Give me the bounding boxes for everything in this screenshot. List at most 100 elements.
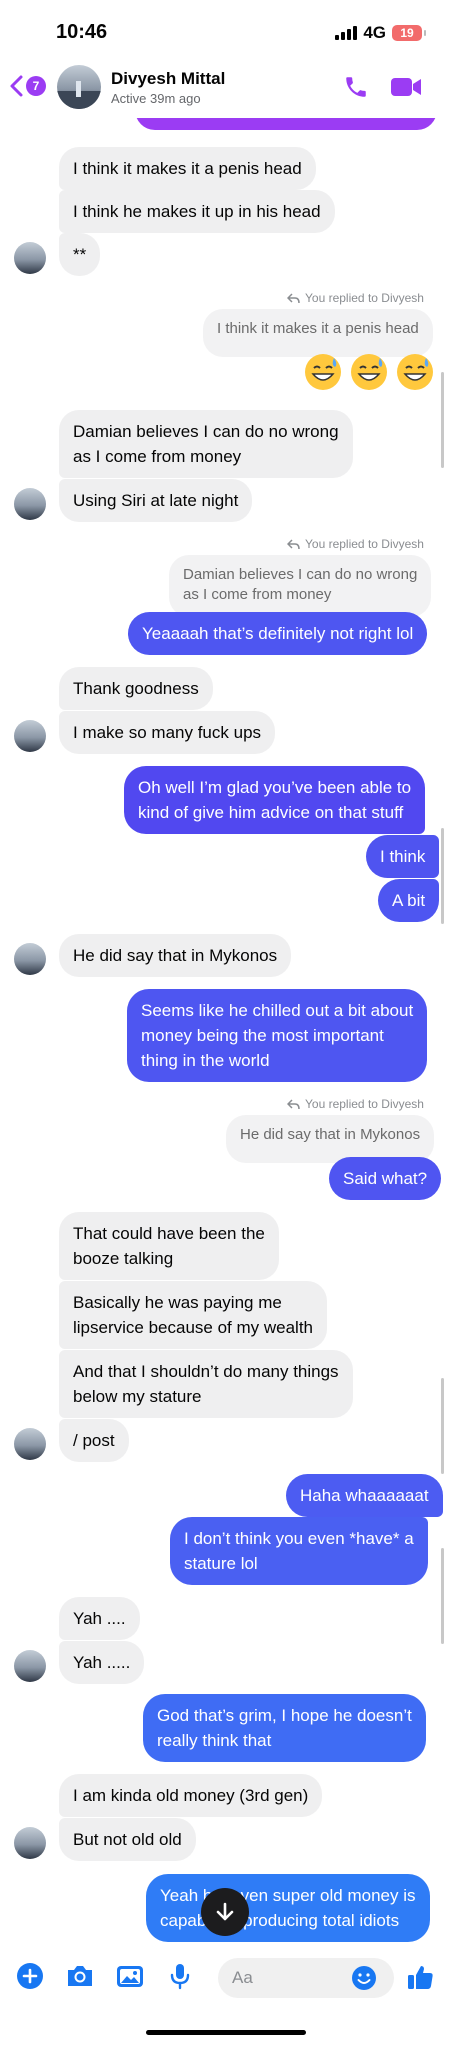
message-text-line: thing in the world bbox=[141, 1051, 270, 1070]
message-text-line: below my stature bbox=[73, 1387, 202, 1406]
message-incoming[interactable]: I think he makes it up in his head bbox=[59, 190, 335, 233]
contact-avatar[interactable] bbox=[14, 1827, 46, 1859]
plus-icon[interactable] bbox=[16, 1962, 44, 1995]
message-text-line: money being the most important bbox=[141, 1026, 384, 1045]
message-list[interactable]: much I think it makes it a penis head I … bbox=[0, 0, 452, 2048]
message-text-line: God that’s grim, I hope he doesn’t bbox=[157, 1706, 412, 1725]
contact-avatar[interactable] bbox=[14, 242, 46, 274]
contact-name[interactable]: Divyesh Mittal bbox=[111, 69, 225, 89]
camera-icon[interactable] bbox=[65, 1962, 95, 1995]
scrollbar[interactable] bbox=[441, 1548, 444, 1644]
reply-arrow-icon bbox=[287, 292, 300, 303]
emoji-message[interactable] bbox=[349, 352, 389, 392]
quoted-text-line: Damian believes I can do no wrong bbox=[183, 566, 418, 583]
reply-arrow-icon bbox=[287, 538, 300, 549]
phone-icon[interactable] bbox=[343, 74, 369, 105]
reply-arrow-icon bbox=[287, 1098, 300, 1109]
message-text: Yah .... bbox=[73, 1609, 126, 1628]
reply-indicator-text: You replied to Divyesh bbox=[305, 1097, 424, 1111]
message-text: Said what? bbox=[343, 1169, 428, 1188]
message-outgoing[interactable]: Said what? bbox=[329, 1157, 442, 1200]
message-incoming[interactable]: He did say that in Mykonos bbox=[59, 934, 292, 977]
back-button[interactable]: 7 bbox=[8, 74, 46, 98]
reply-indicator: You replied to Divyesh bbox=[287, 1097, 424, 1111]
message-outgoing[interactable]: God that’s grim, I hope he doesn’t reall… bbox=[143, 1694, 426, 1762]
message-text-line: I don’t think you even *have* a bbox=[184, 1529, 414, 1548]
message-text-line: Yeah but even super old money is bbox=[160, 1886, 416, 1905]
message-text-line: Basically he was paying me bbox=[73, 1293, 282, 1312]
contact-active-status: Active 39m ago bbox=[111, 91, 201, 106]
contact-avatar[interactable] bbox=[14, 1428, 46, 1460]
message-text-line: really think that bbox=[157, 1731, 272, 1750]
contact-avatar[interactable] bbox=[14, 1650, 46, 1682]
smiley-icon[interactable] bbox=[351, 1965, 377, 1996]
emoji-message[interactable] bbox=[395, 352, 435, 392]
message-incoming[interactable]: Damian believes I can do no wrong as I c… bbox=[59, 410, 353, 478]
thumbs-up-icon[interactable] bbox=[405, 1962, 435, 1997]
message-text: Haha whaaaaaat bbox=[300, 1486, 429, 1505]
scrollbar[interactable] bbox=[441, 372, 444, 468]
message-composer bbox=[0, 1950, 452, 2010]
message-text: Yeaaaah that’s definitely not right lol bbox=[142, 624, 414, 643]
message-outgoing[interactable]: A bit bbox=[378, 879, 440, 922]
message-text-line: booze talking bbox=[73, 1249, 174, 1268]
message-incoming[interactable]: Basically he was paying me lipservice be… bbox=[59, 1281, 328, 1349]
contact-avatar[interactable] bbox=[14, 720, 46, 752]
message-text: I am kinda old money (3rd gen) bbox=[73, 1786, 309, 1805]
message-outgoing[interactable]: Seems like he chilled out a bit about mo… bbox=[127, 989, 428, 1082]
message-outgoing[interactable]: Yeaaaah that’s definitely not right lol bbox=[128, 612, 428, 655]
conversation-header: 7 Divyesh Mittal Active 39m ago bbox=[0, 58, 452, 118]
video-camera-icon[interactable] bbox=[390, 76, 422, 103]
contact-avatar[interactable] bbox=[14, 488, 46, 520]
message-text-line: And that I shouldn’t do many things bbox=[73, 1362, 339, 1381]
message-incoming[interactable]: Using Siri at late night bbox=[59, 479, 253, 522]
message-text-line: lipservice because of my wealth bbox=[73, 1318, 314, 1337]
message-incoming[interactable]: Yah ..... bbox=[59, 1641, 145, 1684]
message-text: I think it makes it a penis head bbox=[73, 159, 302, 178]
quoted-text: I think it makes it a penis head bbox=[217, 320, 419, 337]
message-incoming[interactable]: I think it makes it a penis head bbox=[59, 147, 316, 190]
scroll-to-bottom-button[interactable] bbox=[201, 1888, 249, 1936]
message-text: I think he makes it up in his head bbox=[73, 202, 321, 221]
message-outgoing[interactable]: I don’t think you even *have* a stature … bbox=[170, 1517, 428, 1585]
image-icon[interactable] bbox=[115, 1962, 145, 1995]
message-outgoing[interactable]: Yeah but even super old money is capable… bbox=[146, 1874, 430, 1942]
reply-indicator-text: You replied to Divyesh bbox=[305, 291, 424, 305]
scrollbar[interactable] bbox=[441, 828, 444, 924]
quoted-text-line: as I come from money bbox=[183, 586, 332, 603]
message-text-line: capable of producing total idiots bbox=[160, 1911, 400, 1930]
message-incoming[interactable]: Yah .... bbox=[59, 1597, 140, 1640]
quoted-message[interactable]: Damian believes I can do no wrong as I c… bbox=[169, 555, 432, 617]
quoted-message[interactable]: I think it makes it a penis head bbox=[203, 309, 433, 357]
contact-avatar[interactable] bbox=[14, 943, 46, 975]
emoji-message[interactable] bbox=[303, 352, 343, 392]
message-incoming[interactable]: I make so many fuck ups bbox=[59, 711, 276, 754]
message-incoming[interactable]: I am kinda old money (3rd gen) bbox=[59, 1774, 323, 1817]
message-incoming[interactable]: And that I shouldn’t do many things belo… bbox=[59, 1350, 353, 1418]
message-text: He did say that in Mykonos bbox=[73, 946, 278, 965]
message-text: / post bbox=[73, 1431, 115, 1450]
message-text: I think bbox=[380, 847, 426, 866]
message-incoming[interactable]: But not old old bbox=[59, 1818, 196, 1861]
message-text: Yah ..... bbox=[73, 1653, 131, 1672]
scrollbar[interactable] bbox=[441, 1378, 444, 1474]
message-outgoing[interactable]: Haha whaaaaaat bbox=[286, 1474, 443, 1517]
message-incoming[interactable]: ** bbox=[59, 233, 101, 276]
message-incoming[interactable]: / post bbox=[59, 1419, 129, 1462]
message-incoming[interactable]: Thank goodness bbox=[59, 667, 213, 710]
microphone-icon[interactable] bbox=[168, 1962, 192, 1995]
message-text: Using Siri at late night bbox=[73, 491, 239, 510]
message-text-line: Oh well I’m glad you’ve been able to bbox=[138, 778, 412, 797]
quoted-text: He did say that in Mykonos bbox=[240, 1126, 421, 1143]
message-text-line: kind of give him advice on that stuff bbox=[138, 803, 404, 822]
quoted-message[interactable]: He did say that in Mykonos bbox=[226, 1115, 435, 1163]
contact-avatar[interactable] bbox=[57, 65, 101, 109]
reply-indicator: You replied to Divyesh bbox=[287, 537, 424, 551]
message-text: Thank goodness bbox=[73, 679, 199, 698]
message-outgoing[interactable]: Oh well I’m glad you’ve been able to kin… bbox=[124, 766, 426, 834]
message-outgoing[interactable]: I think bbox=[366, 835, 440, 878]
message-incoming[interactable]: That could have been the booze talking bbox=[59, 1212, 279, 1280]
reply-indicator: You replied to Divyesh bbox=[287, 291, 424, 305]
message-text: I make so many fuck ups bbox=[73, 723, 262, 742]
message-text-line: stature lol bbox=[184, 1554, 258, 1573]
